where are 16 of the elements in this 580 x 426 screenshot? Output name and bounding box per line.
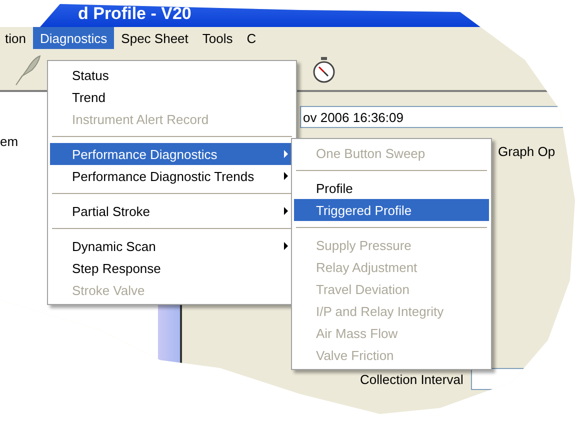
stopwatch-icon[interactable]: [312, 56, 336, 82]
menu-item[interactable]: Step Response: [50, 257, 294, 279]
feather-icon[interactable]: [14, 54, 42, 86]
menu-bar-item[interactable]: C: [240, 27, 264, 49]
menu-item[interactable]: Triggered Profile: [294, 199, 489, 221]
menu-bar-item[interactable]: Tools: [195, 27, 240, 49]
menu-bar-item[interactable]: Spec Sheet: [114, 27, 196, 49]
menu-bar-item[interactable]: tion: [0, 27, 33, 49]
menu-bar-item[interactable]: Diagnostics: [32, 27, 114, 49]
menu-item[interactable]: Performance Diagnostics: [50, 143, 294, 165]
menu-item[interactable]: Profile: [294, 177, 489, 199]
side-label: em: [0, 134, 18, 149]
menu-item[interactable]: Trend: [50, 86, 294, 108]
menu-item[interactable]: Status: [50, 64, 294, 86]
collection-interval-label: Collection Interval: [360, 372, 464, 386]
graph-options-tab[interactable]: Graph Op: [496, 144, 556, 159]
